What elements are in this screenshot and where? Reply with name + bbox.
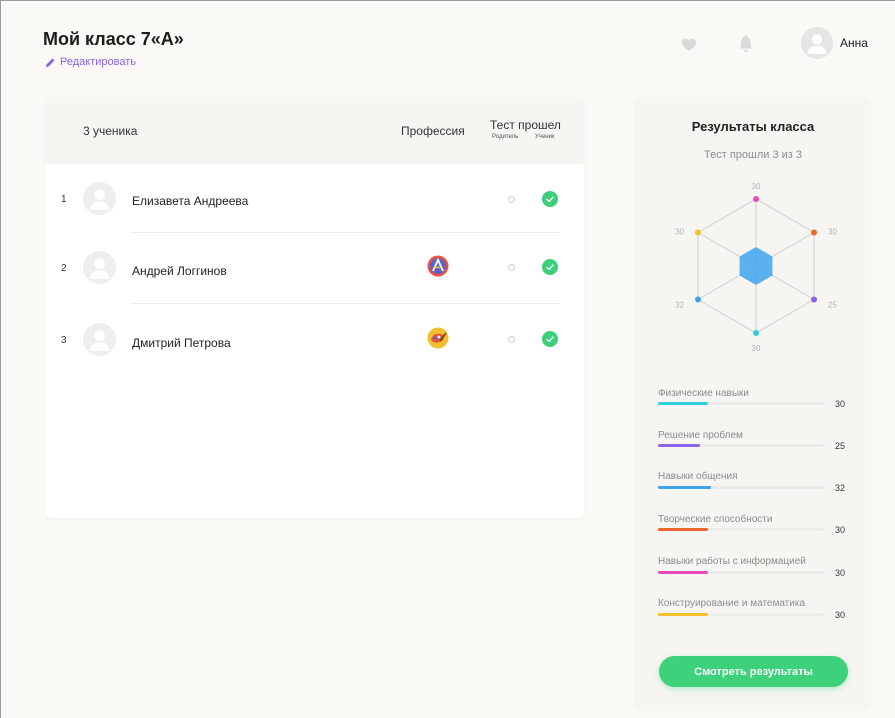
row-divider <box>132 303 560 304</box>
student-name[interactable]: Андрей Логгинов <box>132 264 227 278</box>
results-panel: Результаты класса Тест прошли 3 из 3 30 3… <box>635 97 871 711</box>
students-table-header: 3 ученика Профессия Тест прошел Родитель… <box>45 97 584 164</box>
row-number: 2 <box>61 263 67 274</box>
skill-label: Конструирование и математика <box>658 598 806 609</box>
parent-test-status <box>508 264 515 271</box>
user-placeholder-icon <box>89 189 110 210</box>
student-avatar <box>83 323 116 356</box>
painting-icon <box>427 327 449 349</box>
students-card: 3 ученика Профессия Тест прошел Родитель… <box>45 97 584 518</box>
radar-point <box>753 330 759 336</box>
radar-point <box>694 296 701 303</box>
radar-point <box>811 296 818 303</box>
radar-point <box>811 229 818 236</box>
radar-axis-label: 32 <box>675 301 684 310</box>
student-avatar <box>83 182 116 215</box>
skill-bar <box>658 613 824 616</box>
skill-value: 25 <box>835 441 846 451</box>
skill-bar-fill <box>658 528 708 531</box>
radar-center-shape <box>739 247 773 285</box>
heart-icon[interactable] <box>681 37 697 53</box>
skill-bar-fill <box>658 444 700 447</box>
skill-value: 32 <box>835 483 846 493</box>
radar-axis-label: 30 <box>828 228 837 237</box>
skill-bar <box>658 444 824 447</box>
view-results-button[interactable]: Смотреть результаты <box>659 656 848 687</box>
radar-axis-label: 25 <box>828 301 837 310</box>
skill-bar-fill <box>658 571 708 574</box>
radar-point <box>694 229 701 236</box>
user-placeholder-icon <box>89 330 110 351</box>
skill-bar <box>658 571 824 574</box>
user-placeholder-icon <box>89 258 110 279</box>
student-test-check-icon <box>542 191 558 207</box>
radar-point <box>753 196 759 202</box>
skill-label: Навыки работы с информацией <box>658 556 806 567</box>
skill-label: Физические навыки <box>658 388 749 399</box>
table-row[interactable]: 2 Андрей Логгинов <box>45 234 584 304</box>
parent-test-status <box>508 336 515 343</box>
skill-label: Творческие способности <box>658 514 773 525</box>
student-test-check-icon <box>542 259 558 275</box>
test-column-header: Тест прошел <box>490 118 561 132</box>
radar-axis-label: 30 <box>752 344 761 353</box>
page-title: Мой класс 7«А» <box>43 29 184 49</box>
radar-axis-label: 30 <box>752 182 761 191</box>
skill-value: 30 <box>835 610 846 620</box>
student-subheader: Ученик <box>535 134 555 140</box>
row-number: 3 <box>61 335 67 346</box>
skill-label: Навыки общения <box>658 471 738 482</box>
parent-test-status <box>508 196 515 203</box>
user-avatar[interactable] <box>801 27 833 59</box>
skill-bar <box>658 528 824 531</box>
results-title: Результаты класса <box>691 119 815 134</box>
table-row[interactable]: 3 Дмитрий Петрова <box>45 306 584 376</box>
table-row[interactable]: 1 Елизавета Андреева <box>45 166 584 236</box>
radar-chart: 30 30 25 30 32 30 <box>675 182 837 353</box>
results-subtitle: Тест прошли 3 из 3 <box>704 149 802 161</box>
user-placeholder-icon <box>807 34 827 54</box>
edit-link-label: Редактировать <box>60 56 136 68</box>
student-name[interactable]: Елизавета Андреева <box>132 194 248 208</box>
skill-bar <box>658 402 824 405</box>
skill-label: Решение проблем <box>658 430 743 441</box>
radar-axis-label: 30 <box>675 228 684 237</box>
profession-column-header: Профессия <box>401 124 465 138</box>
skill-value: 30 <box>835 568 846 578</box>
student-avatar <box>83 251 116 284</box>
skill-bar <box>658 486 824 489</box>
user-name[interactable]: Анна <box>840 36 868 50</box>
architecture-icon <box>427 255 449 277</box>
row-number: 1 <box>61 194 67 205</box>
edit-link[interactable]: Редактировать <box>45 56 136 68</box>
parent-subheader: Родитель <box>492 134 519 140</box>
student-name[interactable]: Дмитрий Петрова <box>132 336 231 350</box>
student-test-check-icon <box>542 331 558 347</box>
skill-value: 30 <box>835 525 846 535</box>
bell-icon[interactable] <box>737 34 755 54</box>
skill-bar-fill <box>658 486 712 489</box>
skill-bar-fill <box>658 402 708 405</box>
app-frame: Мой класс 7«А» Редактировать Анна 3 учен… <box>0 0 895 718</box>
skill-value: 30 <box>835 399 846 409</box>
pencil-icon <box>45 57 55 67</box>
skill-bar-fill <box>658 613 708 616</box>
students-count: 3 ученика <box>83 124 138 138</box>
row-divider <box>132 232 560 233</box>
